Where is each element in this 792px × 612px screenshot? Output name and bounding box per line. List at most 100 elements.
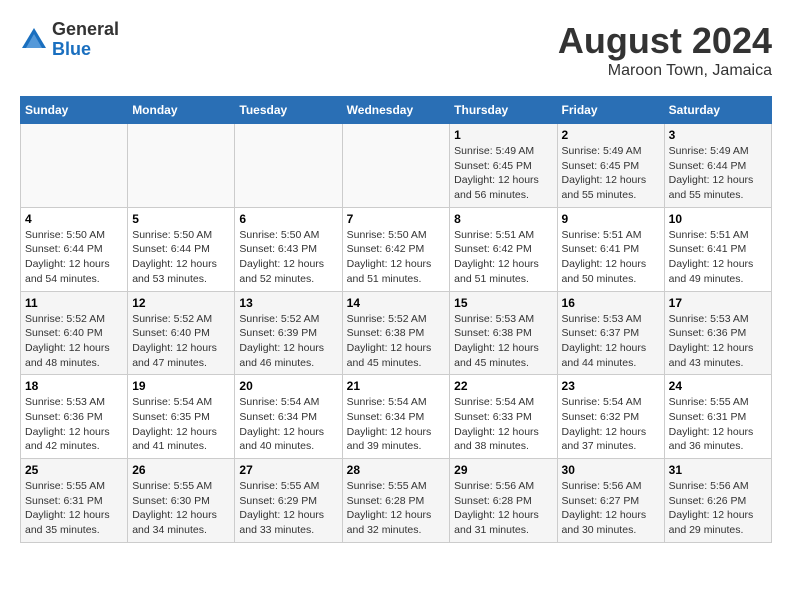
day-info: Sunrise: 5:56 AMSunset: 6:26 PMDaylight:… bbox=[669, 479, 767, 538]
day-number: 27 bbox=[239, 463, 337, 477]
day-info: Sunrise: 5:52 AMSunset: 6:40 PMDaylight:… bbox=[132, 312, 230, 371]
logo-blue: Blue bbox=[52, 40, 119, 60]
day-info: Sunrise: 5:49 AMSunset: 6:44 PMDaylight:… bbox=[669, 144, 767, 203]
day-info: Sunrise: 5:55 AMSunset: 6:31 PMDaylight:… bbox=[669, 395, 767, 454]
calendar-cell: 13Sunrise: 5:52 AMSunset: 6:39 PMDayligh… bbox=[235, 291, 342, 375]
day-number: 2 bbox=[562, 128, 660, 142]
calendar-cell: 30Sunrise: 5:56 AMSunset: 6:27 PMDayligh… bbox=[557, 459, 664, 543]
calendar-cell: 23 Sunrise: 5:54 AMSunset: 6:32 PMDayligh… bbox=[557, 375, 664, 459]
day-info: Sunrise: 5:51 AMSunset: 6:41 PMDaylight:… bbox=[562, 228, 660, 287]
day-number: 5 bbox=[132, 212, 230, 226]
day-number: 8 bbox=[454, 212, 552, 226]
day-info: Sunrise: 5:51 AMSunset: 6:41 PMDaylight:… bbox=[669, 228, 767, 287]
calendar-cell: 1 Sunrise: 5:49 AMSunset: 6:45 PMDaylight… bbox=[450, 124, 557, 208]
day-number: 19 bbox=[132, 379, 230, 393]
calendar-cell: 14 Sunrise: 5:52 AMSunset: 6:38 PMDayligh… bbox=[342, 291, 450, 375]
calendar-cell: 4 Sunrise: 5:50 AMSunset: 6:44 PMDaylight… bbox=[21, 207, 128, 291]
calendar-cell: 24 Sunrise: 5:55 AMSunset: 6:31 PMDayligh… bbox=[664, 375, 771, 459]
day-info: Sunrise: 5:53 AMSunset: 6:36 PMDaylight:… bbox=[669, 312, 767, 371]
day-info: Sunrise: 5:54 AMSunset: 6:34 PMDaylight:… bbox=[239, 395, 337, 454]
day-number: 30 bbox=[562, 463, 660, 477]
calendar-cell: 20 Sunrise: 5:54 AMSunset: 6:34 PMDayligh… bbox=[235, 375, 342, 459]
day-number: 14 bbox=[347, 296, 446, 310]
day-number: 20 bbox=[239, 379, 337, 393]
day-info: Sunrise: 5:49 AMSunset: 6:45 PMDaylight:… bbox=[562, 144, 660, 203]
day-number: 7 bbox=[347, 212, 446, 226]
calendar-cell: 8 Sunrise: 5:51 AMSunset: 6:42 PMDaylight… bbox=[450, 207, 557, 291]
day-number: 15 bbox=[454, 296, 552, 310]
day-of-week-header: Sunday bbox=[21, 97, 128, 124]
day-info: Sunrise: 5:53 AMSunset: 6:37 PMDaylight:… bbox=[562, 312, 660, 371]
day-info: Sunrise: 5:50 AMSunset: 6:44 PMDaylight:… bbox=[132, 228, 230, 287]
page-header: General Blue August 2024 Maroon Town, Ja… bbox=[20, 20, 772, 80]
calendar-cell: 29Sunrise: 5:56 AMSunset: 6:28 PMDayligh… bbox=[450, 459, 557, 543]
calendar-cell: 7 Sunrise: 5:50 AMSunset: 6:42 PMDaylight… bbox=[342, 207, 450, 291]
calendar-cell: 17 Sunrise: 5:53 AMSunset: 6:36 PMDayligh… bbox=[664, 291, 771, 375]
calendar-cell bbox=[21, 124, 128, 208]
day-of-week-header: Saturday bbox=[664, 97, 771, 124]
day-number: 24 bbox=[669, 379, 767, 393]
day-of-week-header: Wednesday bbox=[342, 97, 450, 124]
day-number: 10 bbox=[669, 212, 767, 226]
title-section: August 2024 Maroon Town, Jamaica bbox=[558, 20, 772, 80]
logo: General Blue bbox=[20, 20, 119, 60]
logo-general: General bbox=[52, 20, 119, 40]
day-number: 17 bbox=[669, 296, 767, 310]
day-number: 11 bbox=[25, 296, 123, 310]
day-info: Sunrise: 5:50 AMSunset: 6:43 PMDaylight:… bbox=[239, 228, 337, 287]
day-of-week-header: Tuesday bbox=[235, 97, 342, 124]
day-number: 6 bbox=[239, 212, 337, 226]
calendar-cell: 27 Sunrise: 5:55 AMSunset: 6:29 PMDayligh… bbox=[235, 459, 342, 543]
calendar-cell: 22Sunrise: 5:54 AMSunset: 6:33 PMDayligh… bbox=[450, 375, 557, 459]
calendar-week-row: 1 Sunrise: 5:49 AMSunset: 6:45 PMDaylight… bbox=[21, 124, 772, 208]
calendar-cell bbox=[342, 124, 450, 208]
day-info: Sunrise: 5:53 AMSunset: 6:38 PMDaylight:… bbox=[454, 312, 552, 371]
day-info: Sunrise: 5:49 AMSunset: 6:45 PMDaylight:… bbox=[454, 144, 552, 203]
calendar-body: 1 Sunrise: 5:49 AMSunset: 6:45 PMDaylight… bbox=[21, 124, 772, 543]
day-info: Sunrise: 5:55 AMSunset: 6:28 PMDaylight:… bbox=[347, 479, 446, 538]
day-number: 23 bbox=[562, 379, 660, 393]
day-info: Sunrise: 5:55 AMSunset: 6:29 PMDaylight:… bbox=[239, 479, 337, 538]
calendar-cell: 15 Sunrise: 5:53 AMSunset: 6:38 PMDayligh… bbox=[450, 291, 557, 375]
calendar-cell: 5 Sunrise: 5:50 AMSunset: 6:44 PMDaylight… bbox=[128, 207, 235, 291]
day-number: 26 bbox=[132, 463, 230, 477]
calendar-cell: 2 Sunrise: 5:49 AMSunset: 6:45 PMDaylight… bbox=[557, 124, 664, 208]
calendar-cell: 3Sunrise: 5:49 AMSunset: 6:44 PMDaylight… bbox=[664, 124, 771, 208]
day-number: 29 bbox=[454, 463, 552, 477]
calendar-cell: 16 Sunrise: 5:53 AMSunset: 6:37 PMDayligh… bbox=[557, 291, 664, 375]
day-number: 16 bbox=[562, 296, 660, 310]
calendar-cell bbox=[235, 124, 342, 208]
logo-text: General Blue bbox=[52, 20, 119, 60]
day-info: Sunrise: 5:55 AMSunset: 6:31 PMDaylight:… bbox=[25, 479, 123, 538]
calendar-cell: 19 Sunrise: 5:54 AMSunset: 6:35 PMDayligh… bbox=[128, 375, 235, 459]
days-of-week-row: SundayMondayTuesdayWednesdayThursdayFrid… bbox=[21, 97, 772, 124]
day-number: 4 bbox=[25, 212, 123, 226]
day-info: Sunrise: 5:50 AMSunset: 6:44 PMDaylight:… bbox=[25, 228, 123, 287]
day-number: 1 bbox=[454, 128, 552, 142]
day-info: Sunrise: 5:52 AMSunset: 6:38 PMDaylight:… bbox=[347, 312, 446, 371]
day-info: Sunrise: 5:54 AMSunset: 6:35 PMDaylight:… bbox=[132, 395, 230, 454]
calendar-week-row: 4 Sunrise: 5:50 AMSunset: 6:44 PMDaylight… bbox=[21, 207, 772, 291]
calendar-cell: 11Sunrise: 5:52 AMSunset: 6:40 PMDayligh… bbox=[21, 291, 128, 375]
logo-icon bbox=[20, 26, 48, 54]
day-number: 28 bbox=[347, 463, 446, 477]
day-of-week-header: Thursday bbox=[450, 97, 557, 124]
calendar-week-row: 11 Sunrise: 5:52 AMSunset: 6:40 PMDayligh… bbox=[21, 291, 772, 375]
calendar-cell: 21Sunrise: 5:54 AMSunset: 6:34 PMDayligh… bbox=[342, 375, 450, 459]
month-year-title: August 2024 bbox=[558, 20, 772, 62]
calendar-cell: 25Sunrise: 5:55 AMSunset: 6:31 PMDayligh… bbox=[21, 459, 128, 543]
day-info: Sunrise: 5:54 AMSunset: 6:34 PMDaylight:… bbox=[347, 395, 446, 454]
day-of-week-header: Monday bbox=[128, 97, 235, 124]
day-info: Sunrise: 5:53 AMSunset: 6:36 PMDaylight:… bbox=[25, 395, 123, 454]
day-number: 12 bbox=[132, 296, 230, 310]
calendar-cell: 6 Sunrise: 5:50 AMSunset: 6:43 PMDaylight… bbox=[235, 207, 342, 291]
day-of-week-header: Friday bbox=[557, 97, 664, 124]
day-info: Sunrise: 5:54 AMSunset: 6:32 PMDaylight:… bbox=[562, 395, 660, 454]
calendar-table: SundayMondayTuesdayWednesdayThursdayFrid… bbox=[20, 96, 772, 543]
calendar-cell: 18Sunrise: 5:53 AMSunset: 6:36 PMDayligh… bbox=[21, 375, 128, 459]
day-info: Sunrise: 5:51 AMSunset: 6:42 PMDaylight:… bbox=[454, 228, 552, 287]
day-info: Sunrise: 5:55 AMSunset: 6:30 PMDaylight:… bbox=[132, 479, 230, 538]
calendar-cell: 26 Sunrise: 5:55 AMSunset: 6:30 PMDayligh… bbox=[128, 459, 235, 543]
day-number: 9 bbox=[562, 212, 660, 226]
day-info: Sunrise: 5:50 AMSunset: 6:42 PMDaylight:… bbox=[347, 228, 446, 287]
